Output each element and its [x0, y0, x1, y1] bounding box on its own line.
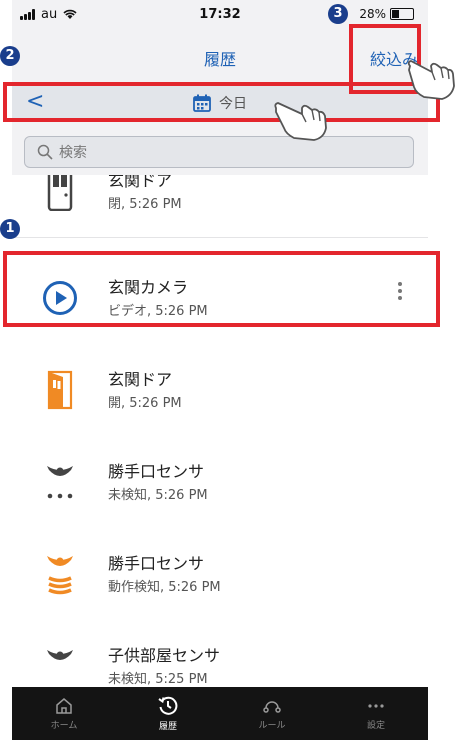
annotation-badge-3: 3: [328, 4, 348, 24]
tab-label: 履歴: [158, 721, 177, 732]
search-icon: [37, 144, 53, 160]
history-icon: [158, 696, 178, 715]
search-placeholder: 検索: [59, 145, 87, 161]
item-title: 勝手口センサ: [108, 554, 205, 573]
pointing-hand-icon: [407, 60, 455, 100]
highlight-camera-item: [3, 251, 440, 327]
motion-sensor-active-icon: [38, 552, 82, 596]
list-item[interactable]: 玄関ドア 閉, 5:26 PM: [12, 175, 428, 238]
item-title: 玄関ドア: [108, 175, 173, 190]
status-right: 28%: [359, 7, 414, 21]
item-subtitle: 開, 5:26 PM: [108, 396, 182, 411]
tab-settings[interactable]: 設定: [324, 687, 428, 740]
tab-rules[interactable]: ルール: [220, 687, 324, 740]
list-item[interactable]: 勝手口センサ 未検知, 5:26 PM: [12, 436, 428, 529]
home-icon: [56, 697, 72, 714]
tab-bar: ホーム 履歴 ルール 設定: [12, 687, 428, 740]
battery-percent: 28%: [359, 7, 386, 21]
annotation-badge-2: 2: [0, 46, 20, 66]
tab-home[interactable]: ホーム: [12, 687, 116, 740]
item-subtitle: 動作検知, 5:26 PM: [108, 580, 221, 595]
item-title: 子供部屋センサ: [108, 646, 221, 665]
more-icon: [368, 703, 384, 708]
annotation-badge-1: 1: [0, 219, 20, 239]
list-item[interactable]: 玄関ドア 開, 5:26 PM: [12, 344, 428, 437]
tab-history[interactable]: 履歴: [116, 687, 220, 740]
rules-icon: [263, 700, 281, 713]
door-closed-icon: [38, 175, 82, 213]
item-title: 玄関ドア: [108, 370, 173, 389]
motion-sensor-idle-icon: [38, 644, 82, 687]
tab-label: ルール: [258, 720, 286, 731]
motion-sensor-idle-icon: [38, 460, 82, 504]
door-open-icon: [38, 368, 82, 412]
list-item[interactable]: 子供部屋センサ 未検知, 5:25 PM: [12, 620, 428, 687]
item-subtitle: 未検知, 5:26 PM: [108, 488, 208, 503]
item-subtitle: 閉, 5:26 PM: [108, 197, 182, 212]
item-subtitle: 未検知, 5:25 PM: [108, 672, 208, 687]
tab-label: 設定: [366, 720, 385, 731]
list-item[interactable]: 勝手口センサ 動作検知, 5:26 PM: [12, 528, 428, 621]
battery-icon: [390, 8, 414, 20]
pointing-hand-icon: [274, 102, 327, 141]
search-input[interactable]: 検索: [24, 136, 414, 168]
tab-label: ホーム: [50, 720, 78, 731]
item-title: 勝手口センサ: [108, 462, 205, 481]
